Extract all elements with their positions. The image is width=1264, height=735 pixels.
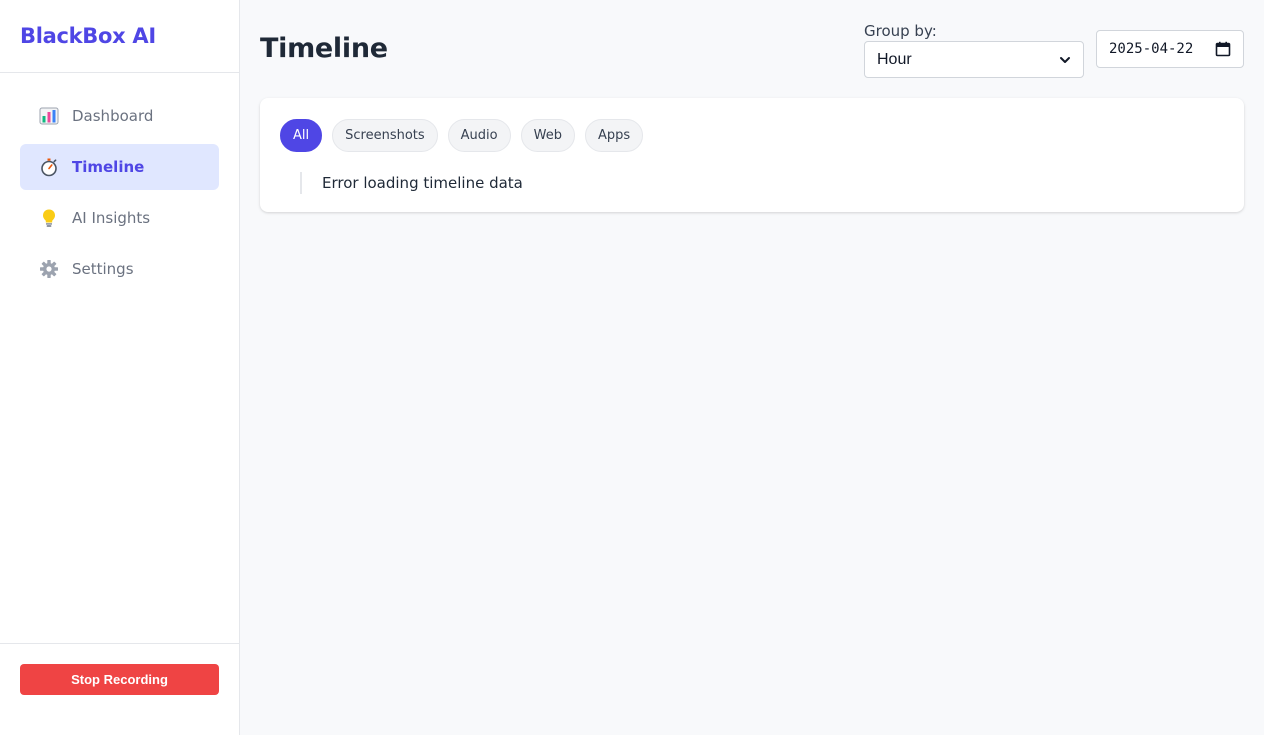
- sidebar-item-label: AI Insights: [72, 209, 151, 227]
- group-by-control: Group by: Hour: [864, 22, 1084, 78]
- brand-header: BlackBox AI: [0, 0, 239, 73]
- group-by-select[interactable]: Hour: [864, 41, 1084, 78]
- group-by-label: Group by:: [864, 22, 937, 40]
- filter-chip-web[interactable]: Web: [520, 119, 575, 152]
- lightbulb-icon: [38, 207, 60, 229]
- filter-chip-screenshots[interactable]: Screenshots: [332, 119, 438, 152]
- sidebar-item-settings[interactable]: Settings: [20, 246, 219, 292]
- sidebar-item-label: Timeline: [72, 158, 145, 176]
- chevron-down-icon: [1060, 56, 1070, 63]
- stop-recording-button[interactable]: Stop Recording: [20, 664, 219, 695]
- date-value: 2025-04-22: [1109, 41, 1194, 57]
- filter-chip-apps[interactable]: Apps: [584, 119, 644, 152]
- group-by-selected-value: Hour: [877, 50, 912, 68]
- gear-icon: [38, 258, 60, 280]
- filter-chip-all[interactable]: All: [280, 119, 323, 152]
- main-content: Timeline Group by: Hour 2025-04-22 All S…: [240, 0, 1264, 735]
- stopwatch-icon: [38, 156, 60, 178]
- brand-logo-text: BlackBox AI: [20, 24, 156, 48]
- page-title: Timeline: [260, 33, 388, 64]
- sidebar-footer: Stop Recording: [0, 643, 239, 735]
- bar-chart-icon: [38, 105, 60, 127]
- filter-chip-audio[interactable]: Audio: [447, 119, 511, 152]
- sidebar-item-label: Dashboard: [72, 107, 154, 125]
- sidebar-nav: Dashboard Timeline AI Insights Settings: [0, 73, 239, 292]
- sidebar-item-ai-insights[interactable]: AI Insights: [20, 195, 219, 241]
- date-input[interactable]: 2025-04-22: [1096, 30, 1244, 68]
- timeline-error-message: Error loading timeline data: [300, 172, 523, 194]
- sidebar: BlackBox AI Dashboard Timeline AI Insigh…: [0, 0, 240, 735]
- sidebar-item-timeline[interactable]: Timeline: [20, 144, 219, 190]
- sidebar-item-dashboard[interactable]: Dashboard: [20, 93, 219, 139]
- sidebar-item-label: Settings: [72, 260, 134, 278]
- filter-chips: All Screenshots Audio Web Apps: [280, 119, 644, 152]
- calendar-icon[interactable]: [1215, 41, 1231, 57]
- timeline-card: All Screenshots Audio Web Apps Error loa…: [260, 98, 1244, 212]
